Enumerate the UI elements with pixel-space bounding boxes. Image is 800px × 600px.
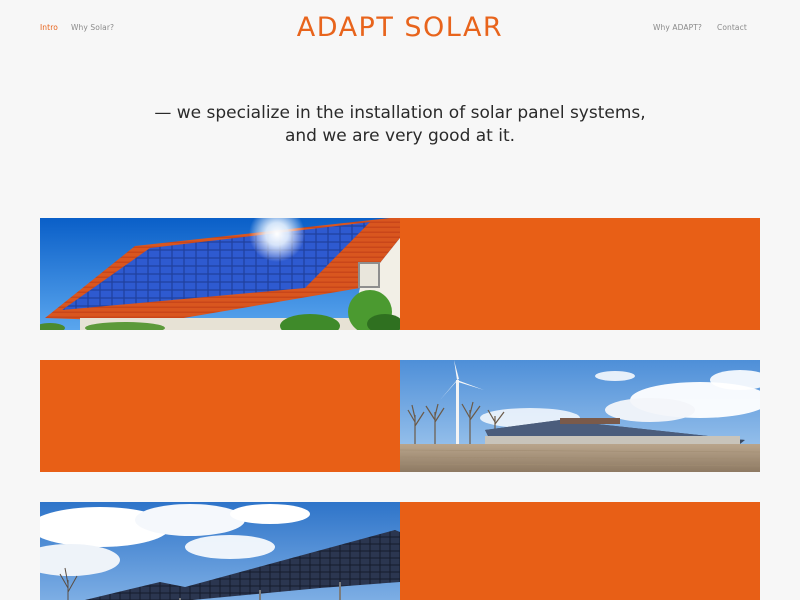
- orange-panel-3: [400, 502, 760, 600]
- nav-link-contact[interactable]: Contact: [717, 23, 747, 32]
- solar-panel-array-sky-photo: [40, 502, 400, 600]
- tagline-line-2: and we are very good at it.: [284, 126, 516, 146]
- page: Intro Why Solar? ADAPT SOLAR Why ADAPT? …: [0, 0, 800, 600]
- orange-panel-1: [400, 218, 760, 330]
- nav-link-why-adapt[interactable]: Why ADAPT?: [653, 23, 702, 32]
- tagline-line-1: — we specialize in the installation of s…: [154, 103, 646, 123]
- wind-turbine-solar-farm-photo: [400, 360, 760, 472]
- orange-panel-2: [40, 360, 400, 472]
- house-rooftop-solar-photo: [40, 218, 400, 330]
- tagline: — we specialize in the installation of s…: [0, 102, 800, 148]
